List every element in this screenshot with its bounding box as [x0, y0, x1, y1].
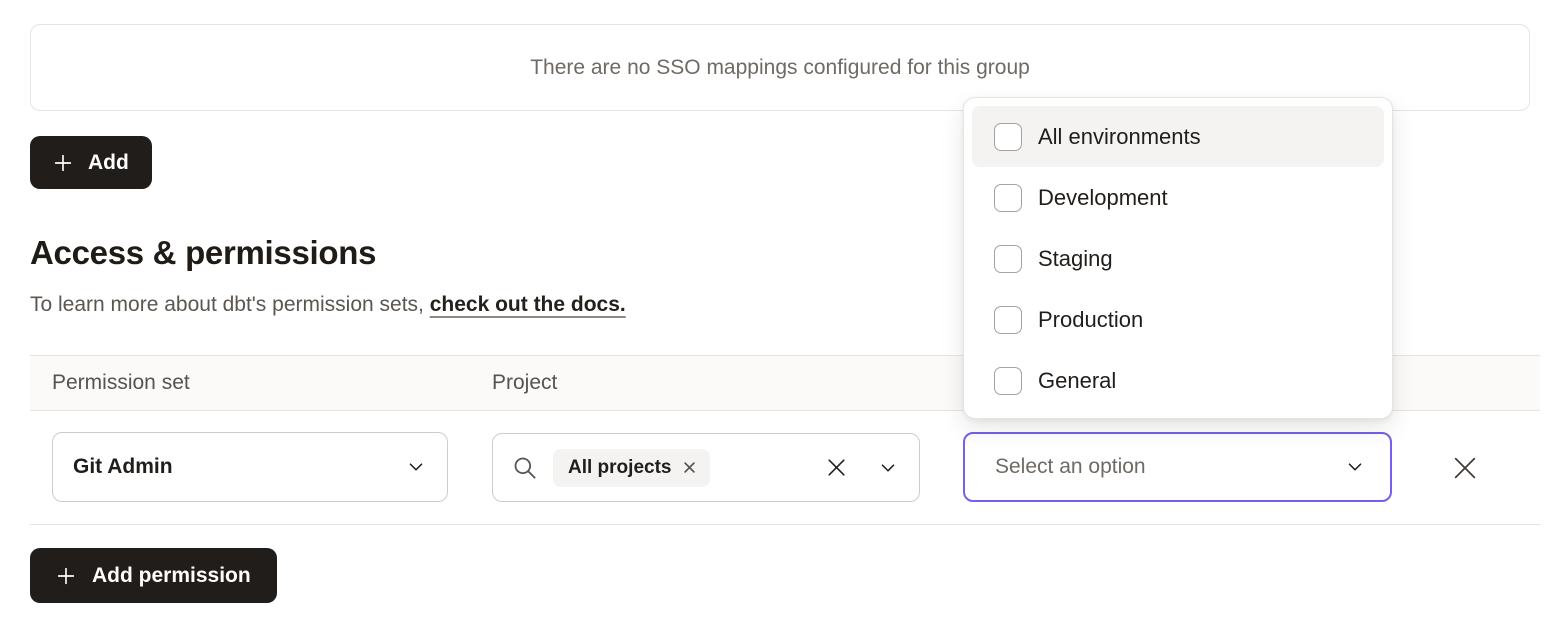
checkbox[interactable]	[994, 367, 1022, 395]
project-chip-label: All projects	[568, 457, 671, 479]
dropdown-option-all-environments[interactable]: All environments	[972, 106, 1384, 167]
add-permission-button[interactable]: Add permission	[30, 548, 277, 603]
checkbox[interactable]	[994, 306, 1022, 334]
environment-dropdown-menu: All environments Development Staging Pro…	[963, 97, 1393, 419]
add-button-label: Add	[88, 151, 129, 175]
permission-set-select[interactable]: Git Admin	[52, 432, 448, 502]
checkbox[interactable]	[994, 184, 1022, 212]
dropdown-option-development[interactable]: Development	[972, 167, 1384, 228]
checkbox[interactable]	[994, 245, 1022, 273]
chevron-down-icon	[405, 456, 427, 478]
dropdown-option-production[interactable]: Production	[972, 289, 1384, 350]
description-text: To learn more about dbt's permission set…	[30, 293, 430, 316]
chevron-down-icon[interactable]	[877, 457, 919, 479]
dropdown-option-general[interactable]: General	[972, 350, 1384, 411]
chevron-down-icon	[1344, 456, 1366, 478]
search-icon	[493, 454, 538, 481]
permissions-description: To learn more about dbt's permission set…	[30, 293, 626, 317]
remove-permission-row-icon[interactable]	[1449, 452, 1481, 484]
option-label: Production	[1038, 307, 1143, 333]
group-settings-page: There are no SSO mappings configured for…	[0, 0, 1560, 628]
environment-select-placeholder: Select an option	[995, 455, 1344, 479]
plus-icon	[52, 152, 74, 174]
option-label: General	[1038, 368, 1116, 394]
dropdown-option-staging[interactable]: Staging	[972, 228, 1384, 289]
docs-link[interactable]: check out the docs.	[430, 293, 626, 316]
column-header-project: Project	[492, 371, 557, 395]
add-permission-button-label: Add permission	[92, 564, 251, 588]
option-label: Staging	[1038, 246, 1113, 272]
option-label: Development	[1038, 185, 1168, 211]
environment-select[interactable]: Select an option	[963, 432, 1392, 502]
clear-selection-icon[interactable]	[824, 455, 877, 480]
permission-set-value: Git Admin	[73, 455, 405, 479]
option-label: All environments	[1038, 124, 1201, 150]
chip-remove-icon[interactable]	[682, 460, 697, 475]
checkbox[interactable]	[994, 123, 1022, 151]
page-title: Access & permissions	[30, 234, 376, 272]
table-row-divider	[30, 524, 1540, 525]
project-chip: All projects	[553, 449, 710, 487]
project-multiselect[interactable]: All projects	[492, 433, 920, 502]
sso-empty-message: There are no SSO mappings configured for…	[530, 56, 1030, 80]
add-sso-mapping-button[interactable]: Add	[30, 136, 152, 189]
column-header-permission-set: Permission set	[52, 371, 190, 395]
plus-icon	[55, 565, 77, 587]
